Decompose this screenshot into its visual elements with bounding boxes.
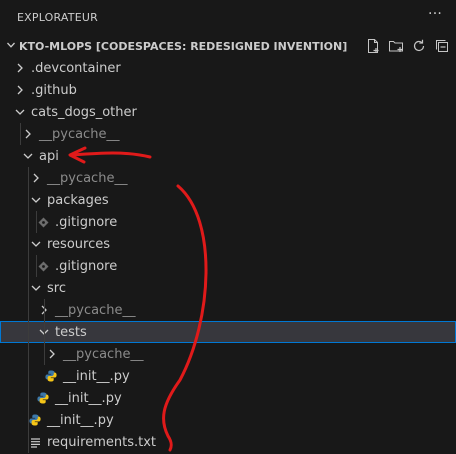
tree-row-requirements[interactable]: requirements.txt bbox=[0, 431, 456, 453]
chevron-right-icon bbox=[20, 123, 36, 145]
tree-item-label: .gitignore bbox=[55, 258, 118, 274]
tree-row-pycache[interactable]: __pycache__ bbox=[0, 299, 456, 321]
text-file-icon bbox=[28, 431, 42, 453]
tree-item-label: __init__.py bbox=[55, 390, 122, 406]
tree-item-label: .devcontainer bbox=[31, 60, 121, 76]
new-file-icon[interactable] bbox=[364, 38, 381, 55]
tree-row-api[interactable]: api bbox=[0, 145, 456, 167]
indent-guide bbox=[28, 167, 29, 453]
chevron-right-icon bbox=[12, 57, 28, 79]
file-tree: .devcontainer .github cats_dogs_other __… bbox=[0, 57, 456, 453]
tree-row-devcontainer[interactable]: .devcontainer bbox=[0, 57, 456, 79]
collapse-all-icon[interactable] bbox=[433, 38, 450, 55]
tree-item-label: cats_dogs_other bbox=[31, 104, 137, 120]
tree-item-label: __init__.py bbox=[47, 412, 114, 428]
gitignore-icon bbox=[36, 211, 50, 233]
explorer-header: EXPLORATEUR ··· bbox=[0, 0, 456, 35]
chevron-right-icon bbox=[12, 79, 28, 101]
python-file-icon bbox=[36, 387, 50, 409]
refresh-icon[interactable] bbox=[410, 38, 427, 55]
tree-row-resources[interactable]: resources bbox=[0, 233, 456, 255]
tree-item-label: tests bbox=[55, 324, 87, 340]
tree-item-label: __init__.py bbox=[63, 368, 130, 384]
indent-guide bbox=[44, 299, 45, 365]
tree-row-pycache[interactable]: __pycache__ bbox=[0, 343, 456, 365]
chevron-down-icon bbox=[28, 277, 44, 299]
workspace-title: KTO-MLOPS [CODESPACES: REDESIGNED INVENT… bbox=[19, 39, 348, 53]
tree-item-label: packages bbox=[47, 192, 109, 208]
python-file-icon bbox=[44, 365, 58, 387]
tree-row-gitignore[interactable]: .gitignore bbox=[0, 255, 456, 277]
tree-item-label: .github bbox=[31, 82, 77, 98]
explorer-title: EXPLORATEUR bbox=[17, 11, 98, 24]
tree-row-pycache[interactable]: __pycache__ bbox=[0, 123, 456, 145]
chevron-down-icon bbox=[28, 189, 44, 211]
tree-row-github[interactable]: .github bbox=[0, 79, 456, 101]
tree-item-label: __pycache__ bbox=[55, 302, 136, 318]
tree-row-init-py[interactable]: __init__.py bbox=[0, 409, 456, 431]
tree-item-label: api bbox=[39, 148, 59, 164]
tree-row-packages[interactable]: packages bbox=[0, 189, 456, 211]
chevron-down-icon bbox=[20, 145, 36, 167]
gitignore-icon bbox=[36, 255, 50, 277]
chevron-right-icon bbox=[44, 343, 60, 365]
chevron-down-icon bbox=[28, 233, 44, 255]
chevron-right-icon bbox=[28, 167, 44, 189]
chevron-down-icon bbox=[3, 40, 19, 53]
tree-row-tests[interactable]: tests bbox=[0, 321, 456, 343]
tree-item-label: __pycache__ bbox=[39, 126, 120, 142]
more-actions-icon[interactable]: ··· bbox=[428, 6, 442, 22]
tree-item-label: .gitignore bbox=[55, 214, 118, 230]
chevron-down-icon bbox=[12, 101, 28, 123]
tree-row-init-py[interactable]: __init__.py bbox=[0, 387, 456, 409]
tree-item-label: src bbox=[47, 280, 66, 296]
indent-guide bbox=[36, 255, 37, 277]
python-file-icon bbox=[28, 409, 42, 431]
workspace-section-header[interactable]: KTO-MLOPS [CODESPACES: REDESIGNED INVENT… bbox=[0, 35, 456, 57]
indent-guide bbox=[36, 211, 37, 233]
new-folder-icon[interactable] bbox=[387, 38, 404, 55]
tree-item-label: requirements.txt bbox=[47, 434, 157, 450]
tree-item-label: __pycache__ bbox=[47, 170, 128, 186]
tree-row-init-py[interactable]: __init__.py bbox=[0, 365, 456, 387]
tree-row-cats-dogs-other[interactable]: cats_dogs_other bbox=[0, 101, 456, 123]
indent-guide bbox=[20, 123, 21, 145]
tree-item-label: __pycache__ bbox=[63, 346, 144, 362]
tree-row-pycache[interactable]: __pycache__ bbox=[0, 167, 456, 189]
tree-item-label: resources bbox=[47, 236, 111, 252]
tree-row-gitignore[interactable]: .gitignore bbox=[0, 211, 456, 233]
tree-row-src[interactable]: src bbox=[0, 277, 456, 299]
